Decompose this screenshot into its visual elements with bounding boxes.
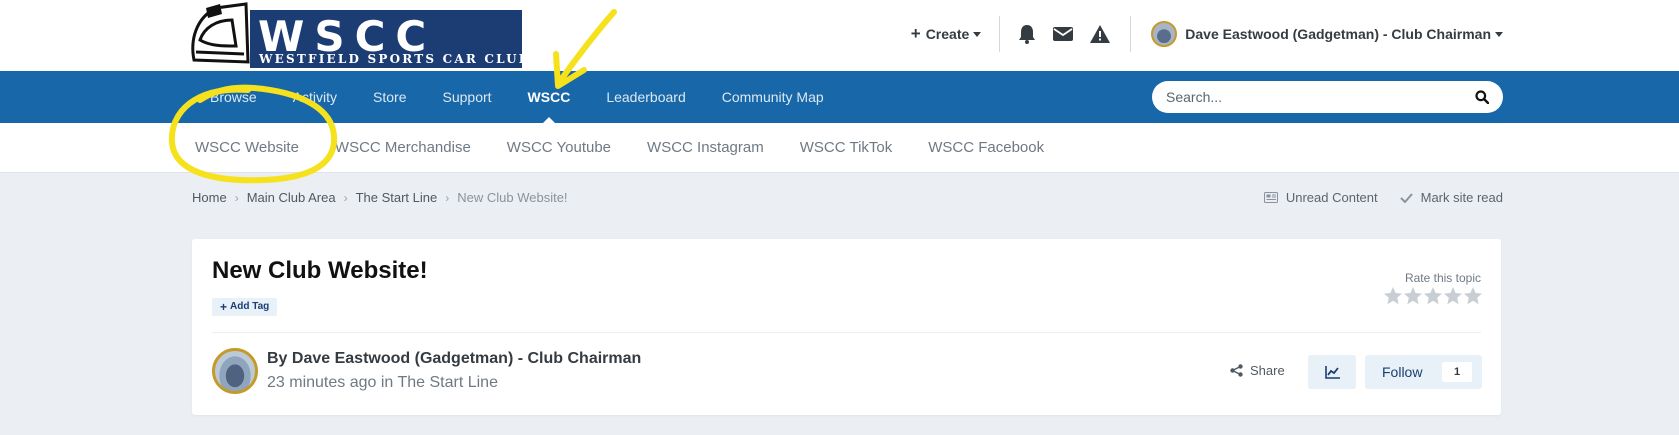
unread-content-label: Unread Content xyxy=(1285,190,1378,205)
newspaper-icon xyxy=(1263,192,1278,203)
warning-icon[interactable] xyxy=(1090,25,1111,43)
share-button[interactable]: Share xyxy=(1230,363,1285,378)
author-avatar[interactable] xyxy=(212,348,258,394)
breadcrumb-start-line[interactable]: The Start Line xyxy=(356,190,438,205)
sub-nav-item-youtube[interactable]: WSCC Youtube xyxy=(489,123,629,173)
mark-site-read-link[interactable]: Mark site read xyxy=(1399,190,1503,205)
breadcrumb-main-club-area[interactable]: Main Club Area xyxy=(247,190,336,205)
check-icon xyxy=(1399,192,1413,203)
share-label: Share xyxy=(1250,363,1285,378)
breadcrumb-home[interactable]: Home xyxy=(192,190,227,205)
in-word: in xyxy=(380,374,394,391)
sub-nav-item-tiktok[interactable]: WSCC TikTok xyxy=(782,123,911,173)
star-icon[interactable] xyxy=(1443,286,1463,306)
main-nav: Browse Activity Store Support WSCC Leade… xyxy=(0,71,1679,123)
forum-link[interactable]: The Start Line xyxy=(397,374,498,391)
page-title: New Club Website! xyxy=(212,257,428,284)
chevron-right-icon: › xyxy=(234,190,239,205)
rate-label: Rate this topic xyxy=(1404,271,1481,285)
nav-items: Browse Activity Store Support WSCC Leade… xyxy=(192,71,842,123)
follow-label: Follow xyxy=(1382,364,1423,380)
search-input[interactable] xyxy=(1166,81,1466,113)
bell-icon[interactable] xyxy=(1018,24,1036,44)
breadcrumb: Home › Main Club Area › The Start Line ›… xyxy=(192,190,568,205)
star-icon[interactable] xyxy=(1463,286,1483,306)
author-line: By Dave Eastwood (Gadgetman) - Club Chai… xyxy=(267,350,641,368)
star-icon[interactable] xyxy=(1383,286,1403,306)
nav-item-support[interactable]: Support xyxy=(425,71,510,123)
divider xyxy=(212,332,1481,333)
logo-banner: WSCC WESTFIELD SPORTS CAR CLUB xyxy=(250,10,529,68)
nav-item-wscc[interactable]: WSCC xyxy=(510,71,589,123)
chevron-right-icon: › xyxy=(343,190,348,205)
plus-icon: + xyxy=(910,24,921,43)
mark-site-read-label: Mark site read xyxy=(1420,190,1503,205)
create-label: Create xyxy=(925,26,970,42)
sub-nav-item-instagram[interactable]: WSCC Instagram xyxy=(629,123,782,173)
envelope-icon[interactable] xyxy=(1053,26,1074,42)
notification-icons xyxy=(1018,24,1111,44)
sub-nav-item-merchandise[interactable]: WSCC Merchandise xyxy=(317,123,489,173)
search-box xyxy=(1152,81,1503,113)
post-meta: 23 minutes ago in The Start Line xyxy=(267,374,498,392)
chevron-right-icon: › xyxy=(445,190,450,205)
nav-item-browse[interactable]: Browse xyxy=(192,71,275,123)
add-tag-label: Add Tag xyxy=(230,301,270,312)
helmet-icon xyxy=(191,2,250,64)
sub-nav-item-facebook[interactable]: WSCC Facebook xyxy=(910,123,1062,173)
wscc-logo[interactable]: WSCC WESTFIELD SPORTS CAR CLUB xyxy=(191,0,529,68)
search-icon[interactable] xyxy=(1475,90,1490,109)
sub-nav: WSCC Website WSCC Merchandise WSCC Youtu… xyxy=(0,123,1679,173)
rating-stars[interactable] xyxy=(1383,286,1483,306)
share-icon xyxy=(1230,364,1243,377)
plus-icon: + xyxy=(220,300,228,314)
topic-stats-button[interactable] xyxy=(1308,355,1356,389)
nav-item-community-map[interactable]: Community Map xyxy=(704,71,842,123)
line-chart-icon xyxy=(1324,365,1340,379)
breadcrumb-current: New Club Website! xyxy=(457,190,568,205)
caret-down-icon xyxy=(1495,31,1503,37)
user-name: Dave Eastwood (Gadgetman) - Club Chairma… xyxy=(1185,26,1491,42)
author-link[interactable]: Dave Eastwood (Gadgetman) - Club Chairma… xyxy=(292,350,641,367)
avatar xyxy=(1151,21,1178,47)
sub-nav-items: WSCC Website WSCC Merchandise WSCC Youtu… xyxy=(177,123,1062,173)
user-bar: + Create Dave Eastwood (Gadgetman) - Clu… xyxy=(911,16,1503,52)
unread-content-link[interactable]: Unread Content xyxy=(1263,190,1378,205)
user-menu-button[interactable]: Dave Eastwood (Gadgetman) - Club Chairma… xyxy=(1151,21,1503,47)
follow-count: 1 xyxy=(1442,362,1472,382)
nav-item-activity[interactable]: Activity xyxy=(275,71,355,123)
sub-nav-item-website[interactable]: WSCC Website xyxy=(177,123,317,173)
logo-subtitle: WESTFIELD SPORTS CAR CLUB xyxy=(259,52,532,66)
author-prefix: By xyxy=(267,350,288,367)
divider xyxy=(1130,16,1132,52)
add-tag-button[interactable]: + Add Tag xyxy=(212,298,278,316)
post-time: 23 minutes ago xyxy=(267,374,377,391)
star-icon[interactable] xyxy=(1403,286,1423,306)
breadcrumb-actions: Unread Content Mark site read xyxy=(1242,190,1503,205)
create-menu-button[interactable]: + Create xyxy=(911,24,982,44)
site-header: WSCC WESTFIELD SPORTS CAR CLUB + Create … xyxy=(0,0,1679,71)
divider xyxy=(999,16,1001,52)
caret-down-icon xyxy=(973,31,982,37)
nav-item-leaderboard[interactable]: Leaderboard xyxy=(588,71,703,123)
follow-button[interactable]: Follow 1 xyxy=(1365,355,1482,389)
topic-header-card: New Club Website! + Add Tag Rate this to… xyxy=(192,239,1501,415)
star-icon[interactable] xyxy=(1423,286,1443,306)
nav-item-store[interactable]: Store xyxy=(355,71,424,123)
